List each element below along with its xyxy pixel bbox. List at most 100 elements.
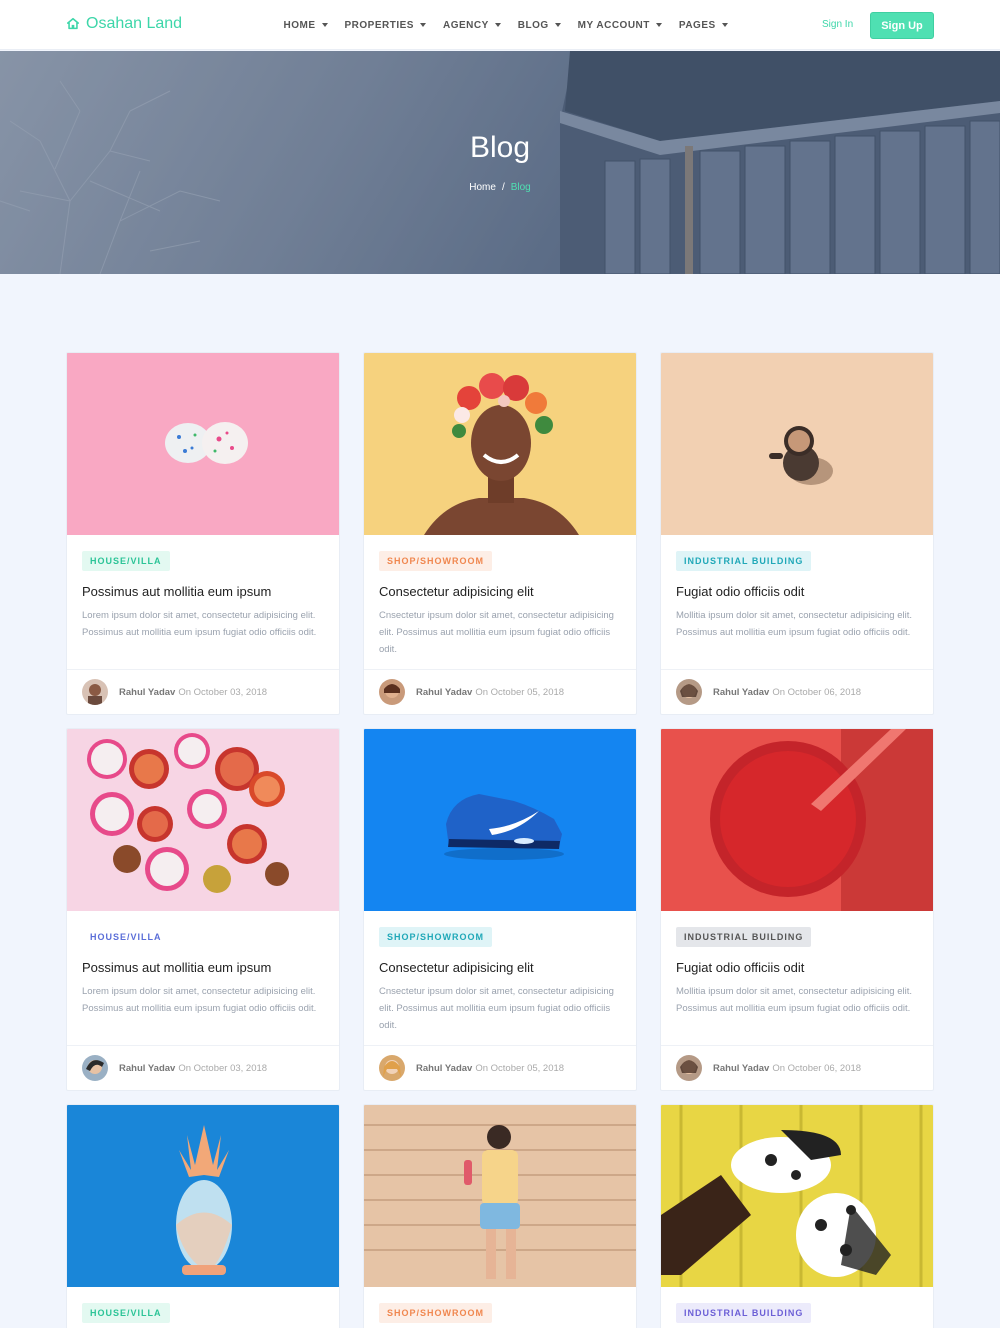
breadcrumb-separator: /: [501, 182, 505, 193]
card-body: INDUSTRIAL BUILDING Fugiat odio officiis…: [661, 535, 933, 658]
sneaker-image: [364, 729, 636, 911]
card-title[interactable]: Possimus aut mollitia eum ipsum: [82, 960, 324, 975]
author-name[interactable]: Rahul Yadav: [416, 687, 472, 698]
nav-label: PROPERTIES: [344, 19, 414, 31]
card-title[interactable]: Fugiat odio officiis odit: [676, 584, 918, 599]
brand-logo[interactable]: Osahan Land: [66, 15, 182, 33]
nav-properties[interactable]: PROPERTIES: [336, 20, 434, 31]
nav-label: BLOG: [517, 19, 549, 31]
nav-label: HOME: [283, 19, 316, 31]
blog-card[interactable]: INDUSTRIAL BUILDING Fugiat odio officiis…: [660, 728, 934, 1091]
card-body: HOUSE/VILLA Possimus aut mollitia eum ip…: [67, 535, 339, 658]
nav-pages[interactable]: PAGES: [670, 20, 736, 31]
avatar[interactable]: [379, 1055, 405, 1081]
signin-link[interactable]: Sign In: [822, 19, 853, 30]
card-image[interactable]: [67, 353, 339, 535]
breadcrumb: Home / Blog: [0, 182, 1000, 193]
smoothie-image: [661, 729, 933, 911]
navbar: Osahan Land HOME PROPERTIES AGENCY BLOG …: [0, 0, 1000, 50]
category-badge[interactable]: SHOP/SHOWROOM: [379, 927, 493, 947]
macaron-image: [67, 353, 339, 535]
blog-card[interactable]: HOUSE/VILLA: [66, 1104, 340, 1328]
card-image[interactable]: [364, 729, 636, 911]
author-name[interactable]: Rahul Yadav: [713, 687, 769, 698]
card-body: SHOP/SHOWROOM: [364, 1287, 636, 1323]
blog-card[interactable]: SHOP/SHOWROOM: [363, 1104, 637, 1328]
flower-crown-woman-image: [364, 353, 636, 535]
card-image[interactable]: [67, 729, 339, 911]
nav-home[interactable]: HOME: [275, 20, 336, 31]
main-nav: HOME PROPERTIES AGENCY BLOG MY ACCOUNT P…: [275, 0, 736, 50]
fruit-slices-image: [67, 729, 339, 911]
nav-label: MY ACCOUNT: [577, 19, 650, 31]
post-date: On October 06, 2018: [772, 686, 862, 698]
card-excerpt: Mollitia ipsum dolor sit amet, consectet…: [676, 986, 913, 1014]
category-badge[interactable]: HOUSE/VILLA: [82, 927, 170, 947]
caret-down-icon: [721, 23, 728, 27]
category-badge[interactable]: INDUSTRIAL BUILDING: [676, 551, 812, 571]
card-footer: Rahul Yadav On October 06, 2018: [661, 669, 933, 714]
card-title[interactable]: Consectetur adipisicing elit: [379, 960, 621, 975]
avatar[interactable]: [82, 1055, 108, 1081]
post-date: On October 06, 2018: [772, 1062, 862, 1074]
nav-label: AGENCY: [442, 19, 489, 31]
category-badge[interactable]: INDUSTRIAL BUILDING: [676, 927, 812, 947]
caret-down-icon: [655, 23, 662, 27]
card-image[interactable]: [661, 353, 933, 535]
card-body: INDUSTRIAL BUILDING Fugiat odio officiis…: [661, 911, 933, 1034]
home-icon: [66, 17, 80, 30]
pineapple-image: [67, 1105, 339, 1287]
caret-down-icon: [321, 23, 328, 27]
author-name[interactable]: Rahul Yadav: [713, 1063, 769, 1074]
post-date: On October 03, 2018: [178, 686, 268, 698]
category-badge[interactable]: HOUSE/VILLA: [82, 551, 170, 571]
stadium-woman-image: [364, 1105, 636, 1287]
avatar[interactable]: [676, 1055, 702, 1081]
blog-card[interactable]: HOUSE/VILLA Possimus aut mollitia eum ip…: [66, 728, 340, 1091]
nav-my-account[interactable]: MY ACCOUNT: [569, 20, 670, 31]
card-body: SHOP/SHOWROOM Consectetur adipisicing el…: [364, 911, 636, 1034]
card-image[interactable]: [661, 729, 933, 911]
card-image[interactable]: [364, 1105, 636, 1287]
post-date: On October 03, 2018: [178, 1062, 268, 1074]
post-date: On October 05, 2018: [475, 1062, 565, 1074]
category-badge[interactable]: SHOP/SHOWROOM: [379, 1303, 493, 1323]
breadcrumb-current: Blog: [510, 182, 531, 193]
card-title[interactable]: Fugiat odio officiis odit: [676, 960, 918, 975]
blog-card[interactable]: SHOP/SHOWROOM Consectetur adipisicing el…: [363, 352, 637, 715]
category-badge[interactable]: INDUSTRIAL BUILDING: [676, 1303, 812, 1323]
caret-down-icon: [494, 23, 501, 27]
blog-card[interactable]: SHOP/SHOWROOM Consectetur adipisicing el…: [363, 728, 637, 1091]
avatar[interactable]: [676, 679, 702, 705]
category-badge[interactable]: HOUSE/VILLA: [82, 1303, 170, 1323]
card-footer: Rahul Yadav On October 05, 2018: [364, 669, 636, 714]
card-body: HOUSE/VILLA Possimus aut mollitia eum ip…: [67, 911, 339, 1034]
card-excerpt: Lorem ipsum dolor sit amet, consectetur …: [82, 986, 317, 1014]
post-date: On October 05, 2018: [475, 686, 565, 698]
coffee-cup-image: [661, 353, 933, 535]
author-name[interactable]: Rahul Yadav: [416, 1063, 472, 1074]
author-name[interactable]: Rahul Yadav: [119, 687, 175, 698]
author-name[interactable]: Rahul Yadav: [119, 1063, 175, 1074]
nav-blog[interactable]: BLOG: [509, 20, 569, 31]
blog-card[interactable]: HOUSE/VILLA Possimus aut mollitia eum ip…: [66, 352, 340, 715]
page-title: Blog: [469, 131, 531, 164]
card-excerpt: Lorem ipsum dolor sit amet, consectetur …: [82, 610, 317, 638]
card-excerpt: Cnsectetur ipsum dolor sit amet, consect…: [379, 986, 614, 1031]
card-image[interactable]: [661, 1105, 933, 1287]
breadcrumb-home[interactable]: Home: [469, 182, 496, 193]
card-image[interactable]: [67, 1105, 339, 1287]
card-image[interactable]: [364, 353, 636, 535]
blog-card[interactable]: INDUSTRIAL BUILDING: [660, 1104, 934, 1328]
blog-card[interactable]: INDUSTRIAL BUILDING Fugiat odio officiis…: [660, 352, 934, 715]
nav-label: PAGES: [678, 19, 716, 31]
avatar[interactable]: [82, 679, 108, 705]
caret-down-icon: [419, 23, 426, 27]
card-footer: Rahul Yadav On October 05, 2018: [364, 1045, 636, 1090]
card-title[interactable]: Consectetur adipisicing elit: [379, 584, 621, 599]
category-badge[interactable]: SHOP/SHOWROOM: [379, 551, 493, 571]
avatar[interactable]: [379, 679, 405, 705]
card-title[interactable]: Possimus aut mollitia eum ipsum: [82, 584, 324, 599]
signup-button[interactable]: Sign Up: [870, 12, 934, 39]
nav-agency[interactable]: AGENCY: [434, 20, 509, 31]
